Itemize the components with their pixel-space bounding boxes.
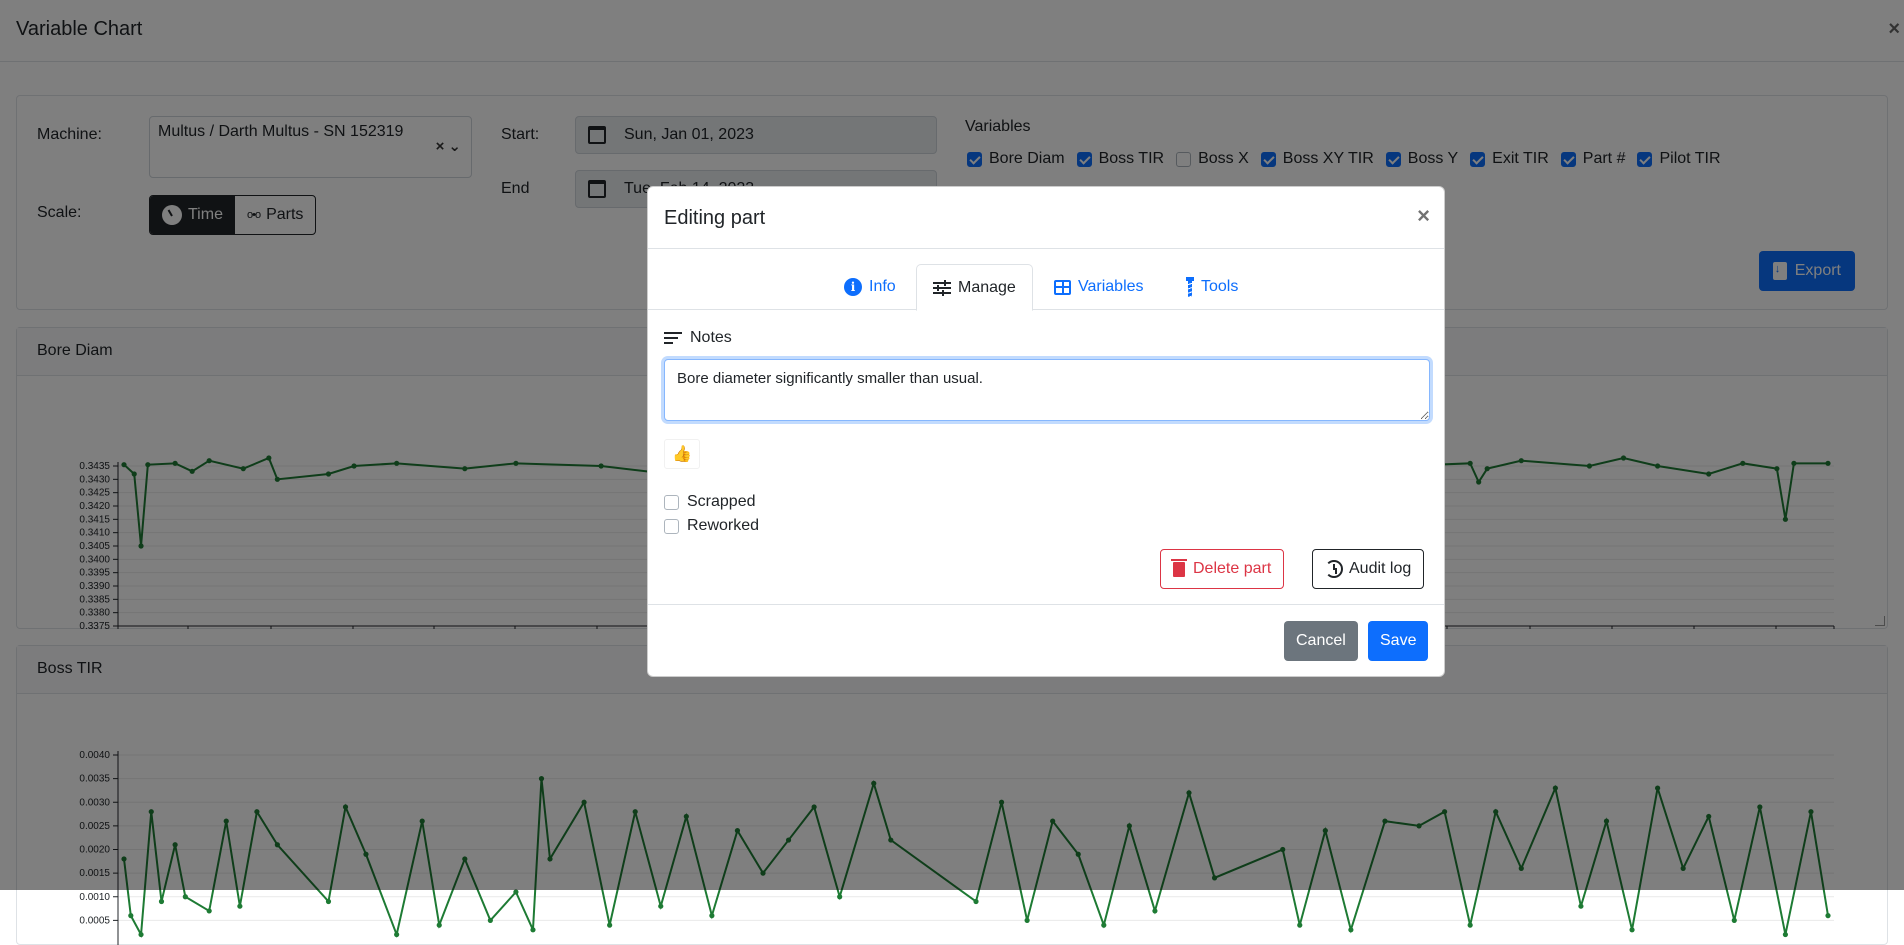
tab-tools[interactable]: Tools — [1170, 264, 1254, 310]
data-point — [709, 913, 715, 919]
checkbox[interactable] — [664, 518, 679, 534]
audit-label: Audit log — [1349, 560, 1412, 577]
data-point — [487, 917, 493, 923]
data-point — [1297, 922, 1303, 928]
modal-header: Editing part × — [648, 187, 1444, 249]
close-icon[interactable]: × — [1411, 203, 1436, 229]
data-point — [1825, 913, 1831, 919]
data-point — [837, 894, 843, 900]
tab-manage[interactable]: Manage — [916, 264, 1033, 311]
delete-part-button[interactable]: Delete part — [1160, 549, 1285, 589]
tab-label: Manage — [958, 278, 1016, 296]
data-point — [607, 922, 613, 928]
thumbs-up-button[interactable]: 👍 — [664, 439, 700, 469]
drill-icon — [1186, 277, 1194, 297]
data-point — [436, 922, 442, 928]
modal-tabs: i Info Manage Variables Tools — [648, 264, 1444, 311]
data-point — [1024, 917, 1030, 923]
tab-label: Info — [869, 278, 896, 295]
modal-title: Editing part — [664, 207, 766, 229]
editing-part-modal: Editing part × i Info Manage Variables T… — [647, 186, 1445, 677]
save-button[interactable]: Save — [1368, 621, 1429, 661]
checkbox[interactable] — [664, 494, 679, 510]
data-point — [530, 927, 536, 933]
notes-label-text: Notes — [690, 329, 732, 346]
text-lines-icon — [664, 332, 682, 344]
data-point — [658, 903, 664, 909]
data-point — [1152, 908, 1158, 914]
tab-variables[interactable]: Variables — [1038, 264, 1160, 310]
scrapped-checkbox[interactable]: Scrapped — [664, 493, 756, 511]
cancel-button[interactable]: Cancel — [1284, 621, 1358, 661]
history-icon — [1325, 560, 1343, 578]
data-point — [1782, 931, 1788, 938]
tab-info[interactable]: i Info — [828, 264, 912, 310]
data-point — [158, 898, 165, 905]
trash-icon — [1171, 558, 1187, 577]
data-point — [1731, 917, 1737, 923]
info-icon: i — [844, 278, 862, 296]
data-point — [237, 903, 243, 909]
reworked-checkbox[interactable]: Reworked — [664, 517, 759, 535]
data-point — [128, 913, 134, 919]
data-point — [394, 931, 400, 938]
data-point — [1101, 922, 1107, 928]
data-point — [1578, 903, 1584, 909]
data-point — [513, 889, 519, 895]
y-tick-label: 0.0005 — [79, 915, 110, 926]
y-tick-label: 0.0010 — [79, 892, 110, 903]
modal-footer: Cancel Save — [648, 604, 1444, 678]
notes-textarea[interactable] — [664, 359, 1430, 421]
table-icon — [1054, 279, 1071, 295]
data-point — [182, 894, 188, 900]
audit-log-button[interactable]: Audit log — [1312, 549, 1425, 589]
tab-label: Tools — [1201, 278, 1239, 295]
data-point — [325, 898, 332, 905]
notes-label: Notes — [664, 329, 732, 347]
data-point — [206, 908, 212, 914]
data-point — [1629, 927, 1635, 933]
scrapped-label: Scrapped — [687, 493, 756, 510]
data-point — [1467, 922, 1473, 928]
reworked-label: Reworked — [687, 517, 760, 534]
data-point — [1348, 927, 1354, 933]
data-point — [973, 898, 979, 905]
thumbs-up-icon: 👍 — [672, 446, 692, 463]
delete-label: Delete part — [1193, 560, 1272, 577]
data-point — [138, 931, 144, 938]
tab-label: Variables — [1078, 278, 1144, 295]
sliders-icon — [933, 279, 951, 296]
